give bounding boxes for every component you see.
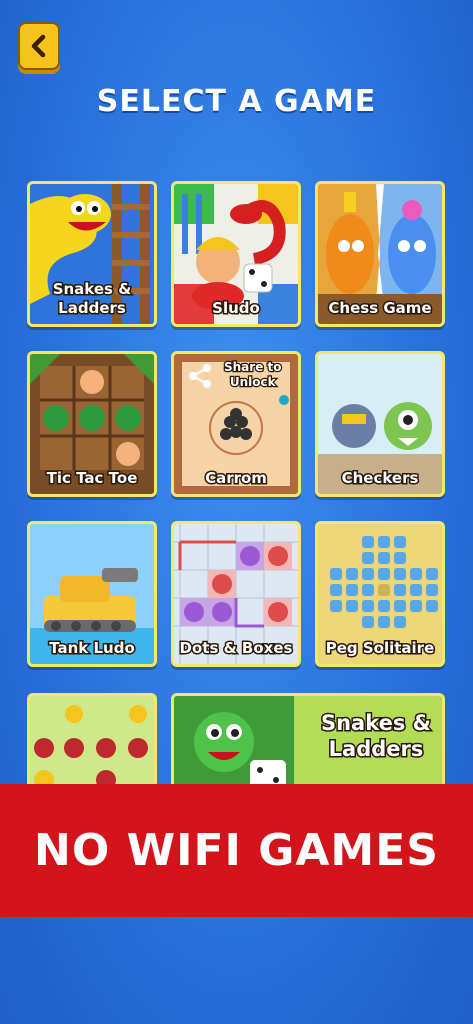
game-tile-tank-ludo[interactable]: Tank Ludo (27, 521, 157, 667)
promo-banner: NO WIFI GAMES (0, 784, 473, 917)
game-tile-tic-tac-toe[interactable]: Tic Tac Toe (27, 351, 157, 497)
game-label: Dots & Boxes (178, 638, 294, 659)
game-label: Snakes & Ladders (51, 279, 133, 319)
back-button[interactable] (18, 22, 60, 70)
game-tile-peg-solitaire[interactable]: Peg Solitaire (315, 521, 445, 667)
game-label: Carrom (204, 468, 269, 489)
game-label: Peg Solitaire (324, 638, 436, 659)
game-label: Tic Tac Toe (45, 468, 139, 489)
share-icon (189, 364, 211, 388)
chevron-left-icon (31, 34, 46, 58)
page-title: SELECT A GAME (96, 84, 377, 119)
game-label: Tank Ludo (48, 638, 137, 659)
promo-title: Snakes & Ladders (319, 710, 432, 763)
game-label: Sludo (211, 298, 262, 319)
game-label: Chess Game (327, 298, 433, 319)
game-tile-sludo[interactable]: Sludo (171, 181, 301, 327)
share-to-unlock-label: Share to Unlock (223, 359, 283, 391)
game-label: Checkers (340, 468, 420, 489)
game-tile-snakes-ladders[interactable]: Snakes & Ladders (27, 181, 157, 327)
game-tile-carrom[interactable]: Share to Unlock Carrom (171, 351, 301, 497)
banner-text: NO WIFI GAMES (34, 825, 439, 876)
game-tile-checkers[interactable]: Checkers (315, 351, 445, 497)
game-tile-chess[interactable]: Chess Game (315, 181, 445, 327)
game-tile-dots-boxes[interactable]: Dots & Boxes (171, 521, 301, 667)
